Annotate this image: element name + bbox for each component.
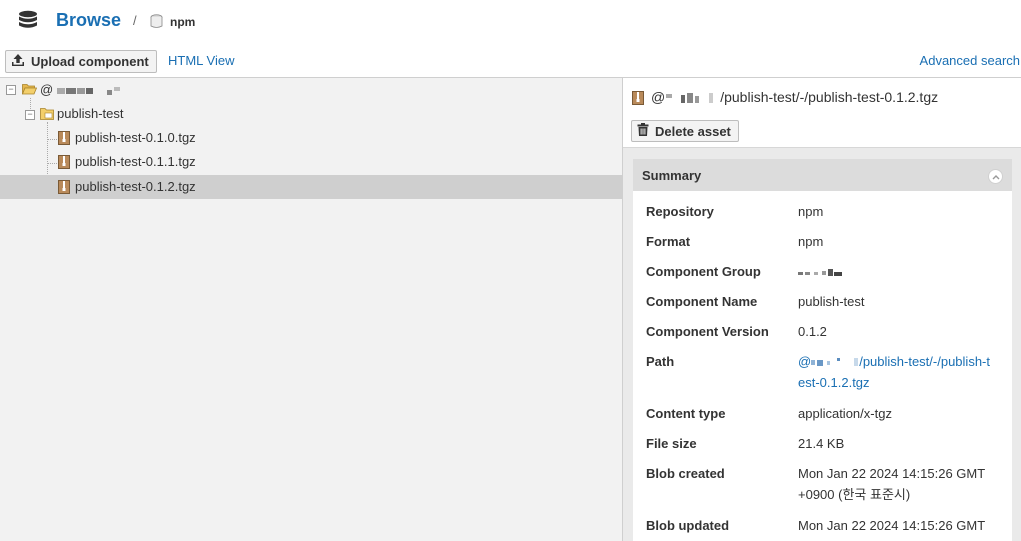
tree-node-file-label: publish-test-0.1.2.tgz [75, 179, 196, 194]
asset-detail-body: Summary Repository npm Format npm Compon… [623, 148, 1021, 541]
toolbar: Upload component HTML View Advanced sear… [0, 47, 1021, 78]
repository-icon [150, 14, 163, 32]
upload-component-label: Upload component [31, 54, 149, 69]
database-icon [18, 10, 38, 35]
redacted-text [798, 268, 842, 276]
summary-header[interactable]: Summary [633, 159, 1012, 191]
tree-node-package[interactable]: − publish-test [0, 102, 622, 126]
page-title[interactable]: Browse [56, 10, 121, 31]
breadcrumb-repo[interactable]: npm [170, 15, 195, 29]
trash-icon [637, 123, 649, 139]
archive-file-icon [58, 131, 70, 148]
prop-value: Mon Jan 22 2024 14:15:26 GMT [798, 518, 986, 533]
html-view-link[interactable]: HTML View [168, 53, 234, 68]
delete-asset-label: Delete asset [655, 123, 731, 139]
redacted-text [666, 93, 714, 104]
path-value: @ /publish-test/-/publish-t est-0.1.2.tgz [798, 351, 1008, 393]
tree-node-file-selected[interactable]: publish-test-0.1.2.tgz [0, 175, 622, 199]
archive-file-icon [632, 91, 644, 108]
page-header: Browse / npm [0, 0, 1021, 44]
tree-node-file-label: publish-test-0.1.0.tgz [75, 130, 196, 145]
prop-value: npm [798, 204, 824, 219]
advanced-search-link[interactable]: Advanced search [920, 53, 1020, 68]
summary-panel: Summary Repository npm Format npm Compon… [633, 159, 1012, 541]
prop-label: Format [646, 234, 691, 249]
tree-node-package-label: publish-test [57, 106, 124, 121]
package-folder-icon [40, 107, 54, 123]
redacted-text [811, 357, 859, 366]
folder-open-icon [21, 83, 38, 98]
collapse-icon[interactable]: − [6, 85, 16, 95]
prop-label: Blob created [646, 466, 725, 481]
redacted-text [56, 86, 120, 95]
prop-value: publish-test [798, 294, 865, 309]
prop-value: 21.4 KB [798, 436, 845, 451]
delete-asset-button[interactable]: Delete asset [631, 120, 739, 142]
prop-value: application/x-tgz [798, 406, 892, 421]
prop-value: 0.1.2 [798, 324, 827, 339]
collapse-icon[interactable]: − [25, 110, 35, 120]
prop-label: Component Version [646, 324, 769, 339]
collapse-chevron-icon[interactable] [988, 169, 1003, 184]
prop-value: npm [798, 234, 824, 249]
asset-path: @ /publish-test/-/publish-test-0.1.2.tgz [651, 89, 939, 105]
prop-value-redacted [798, 261, 1008, 282]
archive-file-icon [58, 155, 70, 172]
prop-label: Repository [646, 204, 714, 219]
upload-component-button[interactable]: Upload component [5, 50, 157, 73]
path-link[interactable]: @ /publish-test/-/publish-t est-0.1.2.tgz [798, 354, 990, 390]
prop-label: Component Name [646, 294, 758, 309]
component-tree: − @ − publish-test publish-test-0.1.0.tg… [0, 78, 622, 541]
prop-label: File size [646, 436, 697, 451]
prop-label: Blob updated [646, 518, 730, 533]
upload-icon [11, 53, 25, 70]
prop-label: Path [646, 354, 675, 369]
asset-header: @ /publish-test/-/publish-test-0.1.2.tgz… [623, 78, 1021, 148]
breadcrumb-separator: / [133, 13, 137, 28]
tree-node-file[interactable]: publish-test-0.1.1.tgz [0, 150, 622, 174]
tree-node-scope[interactable]: − @ [0, 78, 622, 102]
tree-node-scope-label: @ [40, 82, 122, 97]
tree-node-file-label: publish-test-0.1.1.tgz [75, 154, 196, 169]
prop-label: Content type [646, 406, 726, 421]
summary-title: Summary [642, 168, 702, 183]
prop-label: Component Group [646, 264, 761, 279]
asset-detail-panel: @ /publish-test/-/publish-test-0.1.2.tgz… [623, 78, 1021, 541]
archive-file-icon [58, 180, 70, 197]
prop-value: Mon Jan 22 2024 14:15:26 GMT +0900 (한국 표준… [798, 466, 986, 502]
tree-node-file[interactable]: publish-test-0.1.0.tgz [0, 126, 622, 150]
